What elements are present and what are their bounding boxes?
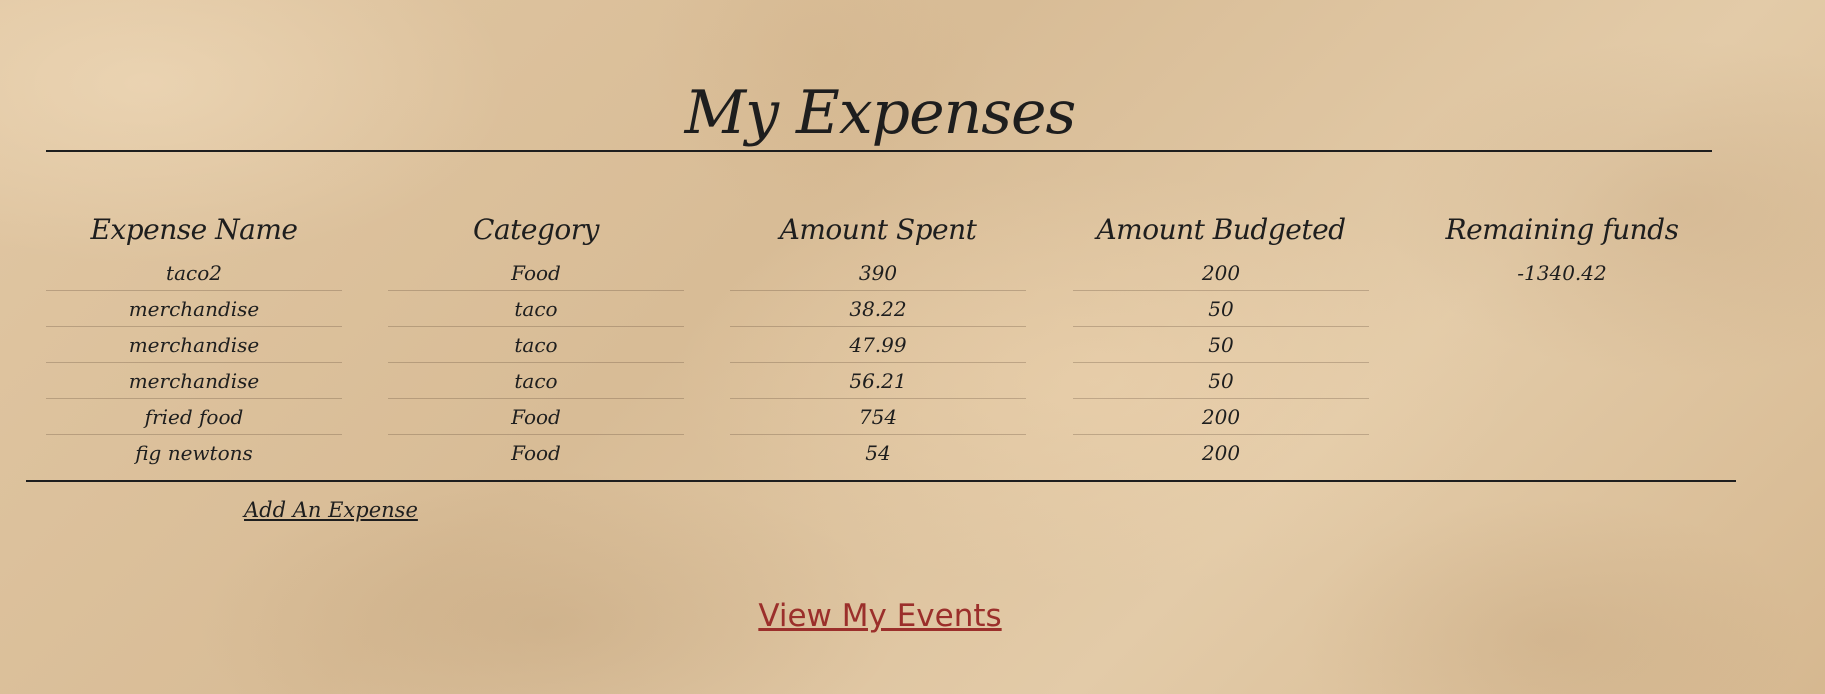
add-expense-link[interactable]: Add An Expense — [244, 498, 418, 522]
amount-budgeted-cell: 50 — [1073, 327, 1369, 363]
column-category: Category Food taco taco taco Food Food — [388, 205, 684, 471]
category-cell: taco — [388, 291, 684, 327]
category-cell: Food — [388, 399, 684, 435]
column-header-amount-budgeted: Amount Budgeted — [1096, 213, 1346, 246]
table-bottom-divider — [26, 480, 1736, 482]
amount-budgeted-cell: 50 — [1073, 291, 1369, 327]
amount-budgeted-cell: 200 — [1201, 441, 1241, 465]
column-header-remaining-funds: Remaining funds — [1445, 213, 1679, 246]
expenses-table: Expense Name taco2 merchandise merchandi… — [46, 205, 1736, 475]
category-cell: Food — [511, 441, 561, 465]
amount-spent-cell: 38.22 — [730, 291, 1026, 327]
amount-spent-cell: 754 — [730, 399, 1026, 435]
column-remaining-funds: Remaining funds -1340.42 — [1414, 205, 1710, 291]
amount-spent-cell: 390 — [730, 255, 1026, 291]
remaining-funds-value: -1340.42 — [1517, 261, 1607, 285]
page-title: My Expenses — [684, 78, 1077, 148]
title-divider — [46, 150, 1712, 152]
amount-budgeted-cell: 200 — [1073, 399, 1369, 435]
expense-name-cell: merchandise — [46, 327, 342, 363]
amount-spent-cell: 47.99 — [730, 327, 1026, 363]
category-cell: taco — [388, 327, 684, 363]
view-events-link[interactable]: View My Events — [0, 598, 1760, 634]
category-cell: taco — [388, 363, 684, 399]
column-header-category: Category — [473, 213, 599, 246]
expense-name-cell: fig newtons — [135, 441, 253, 465]
amount-budgeted-cell: 50 — [1073, 363, 1369, 399]
column-amount-spent: Amount Spent 390 38.22 47.99 56.21 754 5… — [730, 205, 1026, 471]
amount-spent-cell: 54 — [865, 441, 891, 465]
expense-name-cell: taco2 — [46, 255, 342, 291]
category-cell: Food — [388, 255, 684, 291]
column-header-expense-name: Expense Name — [90, 213, 298, 246]
expense-name-cell: merchandise — [46, 363, 342, 399]
expense-name-cell: fried food — [46, 399, 342, 435]
column-header-amount-spent: Amount Spent — [779, 213, 977, 246]
amount-spent-cell: 56.21 — [730, 363, 1026, 399]
column-amount-budgeted: Amount Budgeted 200 50 50 50 200 200 — [1073, 205, 1369, 471]
amount-budgeted-cell: 200 — [1073, 255, 1369, 291]
expense-name-cell: merchandise — [46, 291, 342, 327]
column-expense-name: Expense Name taco2 merchandise merchandi… — [46, 205, 342, 471]
